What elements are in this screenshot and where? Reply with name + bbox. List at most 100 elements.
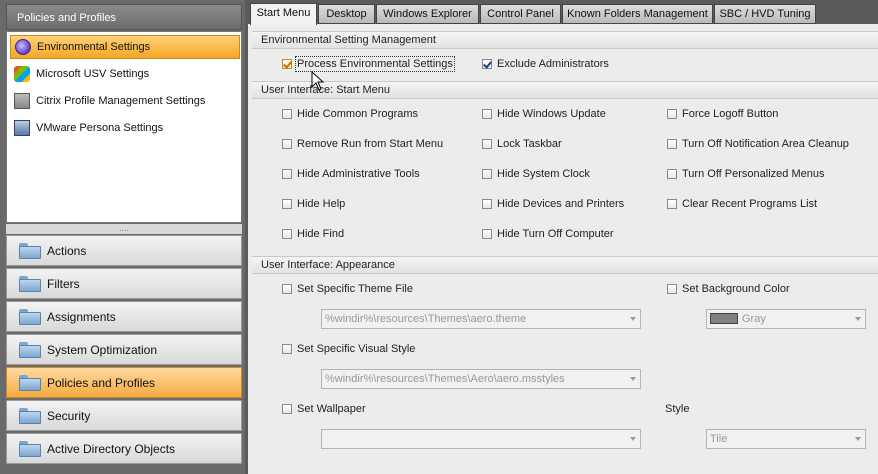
turn-off-notification-cleanup-checkbox[interactable]: Turn Off Notification Area Cleanup	[667, 138, 849, 150]
style-label: Style	[665, 403, 690, 415]
combo-value: Tile	[710, 433, 728, 445]
hide-common-programs-checkbox[interactable]: Hide Common Programs	[282, 108, 418, 120]
tree-item-environmental-settings[interactable]: Environmental Settings	[10, 35, 240, 59]
background-color-combo[interactable]: Gray	[706, 309, 866, 329]
set-theme-file-checkbox[interactable]: Set Specific Theme File	[282, 283, 413, 295]
checkbox-label: Hide Devices and Printers	[497, 198, 625, 210]
checkbox-mark[interactable]	[482, 139, 492, 149]
tab-sbc-hvd-tuning[interactable]: SBC / HVD Tuning	[714, 4, 816, 24]
checkbox-mark[interactable]	[667, 169, 677, 179]
checkbox-mark[interactable]	[282, 169, 292, 179]
folder-icon	[19, 242, 41, 259]
checkbox-label: Hide Administrative Tools	[297, 168, 420, 180]
remove-run-checkbox[interactable]: Remove Run from Start Menu	[282, 138, 443, 150]
nav-assignments[interactable]: Assignments	[6, 301, 242, 332]
checkbox-mark[interactable]	[667, 139, 677, 149]
nav-label: Assignments	[47, 309, 116, 324]
tab-control-panel[interactable]: Control Panel	[480, 4, 561, 24]
tab-strip: Start Menu Desktop Windows Explorer Cont…	[248, 0, 878, 25]
checkbox-mark[interactable]	[282, 344, 292, 354]
tree-item-label: Environmental Settings	[37, 41, 151, 53]
tree-item-microsoft-usv-settings[interactable]: Microsoft USV Settings	[10, 62, 240, 86]
tab-known-folders-management[interactable]: Known Folders Management	[562, 4, 713, 24]
wallpaper-combo[interactable]	[321, 429, 641, 449]
set-background-color-checkbox[interactable]: Set Background Color	[667, 283, 790, 295]
exclude-administrators-checkbox[interactable]: Exclude Administrators	[482, 58, 609, 70]
tab-windows-explorer[interactable]: Windows Explorer	[376, 4, 479, 24]
hide-admin-tools-checkbox[interactable]: Hide Administrative Tools	[282, 168, 420, 180]
section-start-menu: User Interface: Start Menu	[252, 81, 878, 99]
checkbox-mark[interactable]	[482, 59, 492, 69]
nav-filters[interactable]: Filters	[6, 268, 242, 299]
tree-item-vmware-persona-settings[interactable]: VMware Persona Settings	[10, 116, 240, 140]
checkbox-label: Turn Off Notification Area Cleanup	[682, 138, 849, 150]
process-environmental-settings-checkbox[interactable]: Process Environmental Settings	[282, 56, 455, 72]
tree-item-label: Citrix Profile Management Settings	[36, 95, 206, 107]
checkbox-label: Set Wallpaper	[297, 403, 366, 415]
tab-start-menu[interactable]: Start Menu	[250, 3, 317, 25]
checkbox-label: Hide System Clock	[497, 168, 590, 180]
hide-turn-off-computer-checkbox[interactable]: Hide Turn Off Computer	[482, 228, 614, 240]
checkbox-mark[interactable]	[482, 109, 492, 119]
hide-windows-update-checkbox[interactable]: Hide Windows Update	[482, 108, 606, 120]
checkbox-mark[interactable]	[282, 404, 292, 414]
clear-recent-programs-checkbox[interactable]: Clear Recent Programs List	[667, 198, 817, 210]
checkbox-mark[interactable]	[282, 139, 292, 149]
checkbox-label: Set Background Color	[682, 283, 790, 295]
folder-icon	[19, 308, 41, 325]
chevron-down-icon	[630, 437, 636, 441]
nav-active-directory-objects[interactable]: Active Directory Objects	[6, 433, 242, 464]
checkbox-label: Remove Run from Start Menu	[297, 138, 444, 150]
visual-style-combo[interactable]: %windir%\resources\Themes\Aero\aero.msst…	[321, 369, 641, 389]
checkbox-mark[interactable]	[282, 199, 292, 209]
checkbox-mark[interactable]	[282, 229, 292, 239]
nav-actions[interactable]: Actions	[6, 235, 242, 266]
nav-security[interactable]: Security	[6, 400, 242, 431]
settings-pane: Start Menu Desktop Windows Explorer Cont…	[248, 0, 878, 474]
tree-item-citrix-profile-management[interactable]: Citrix Profile Management Settings	[10, 89, 240, 113]
chevron-down-icon	[630, 317, 636, 321]
left-pane: Policies and Profiles Environmental Sett…	[0, 0, 245, 474]
wallpaper-style-combo[interactable]: Tile	[706, 429, 866, 449]
force-logoff-button-checkbox[interactable]: Force Logoff Button	[667, 108, 778, 120]
set-wallpaper-checkbox[interactable]: Set Wallpaper	[282, 403, 366, 415]
color-swatch	[710, 312, 738, 324]
checkbox-mark[interactable]	[482, 199, 492, 209]
folder-icon	[19, 440, 41, 457]
nav-label: System Optimization	[47, 342, 158, 357]
checkbox-label: Set Specific Theme File	[297, 283, 413, 295]
checkbox-label: Process Environmental Settings	[295, 56, 455, 72]
hide-help-checkbox[interactable]: Hide Help	[282, 198, 345, 210]
checkbox-mark[interactable]	[482, 169, 492, 179]
turn-off-personalized-menus-checkbox[interactable]: Turn Off Personalized Menus	[667, 168, 824, 180]
mouse-cursor-icon	[311, 71, 325, 91]
tree-item-label: Microsoft USV Settings	[36, 68, 150, 80]
chevron-down-icon	[855, 437, 861, 441]
set-visual-style-checkbox[interactable]: Set Specific Visual Style	[282, 343, 415, 355]
checkbox-mark[interactable]	[667, 109, 677, 119]
tab-desktop[interactable]: Desktop	[318, 4, 375, 24]
checkbox-label: Turn Off Personalized Menus	[682, 168, 825, 180]
checkbox-mark[interactable]	[667, 199, 677, 209]
checkbox-mark[interactable]	[282, 284, 292, 294]
nav-policies-and-profiles[interactable]: Policies and Profiles	[6, 367, 242, 398]
hide-system-clock-checkbox[interactable]: Hide System Clock	[482, 168, 590, 180]
hide-devices-printers-checkbox[interactable]: Hide Devices and Printers	[482, 198, 624, 210]
folder-icon	[19, 275, 41, 292]
checkbox-mark[interactable]	[282, 109, 292, 119]
checkbox-mark[interactable]	[482, 229, 492, 239]
nav-system-optimization[interactable]: System Optimization	[6, 334, 242, 365]
citrix-icon	[14, 93, 30, 109]
lock-taskbar-checkbox[interactable]: Lock Taskbar	[482, 138, 562, 150]
nav-label: Active Directory Objects	[47, 441, 176, 456]
folder-icon	[19, 407, 41, 424]
nav-label: Policies and Profiles	[47, 375, 156, 390]
theme-file-combo[interactable]: %windir%\resources\Themes\aero.theme	[321, 309, 641, 329]
checkbox-label: Hide Windows Update	[497, 108, 606, 120]
splitter-grip[interactable]: ....	[6, 224, 242, 234]
checkbox-mark[interactable]	[667, 284, 677, 294]
checkbox-label: Exclude Administrators	[497, 58, 609, 70]
panel-header: Policies and Profiles	[6, 4, 242, 30]
hide-find-checkbox[interactable]: Hide Find	[282, 228, 344, 240]
checkbox-mark[interactable]	[282, 59, 292, 69]
